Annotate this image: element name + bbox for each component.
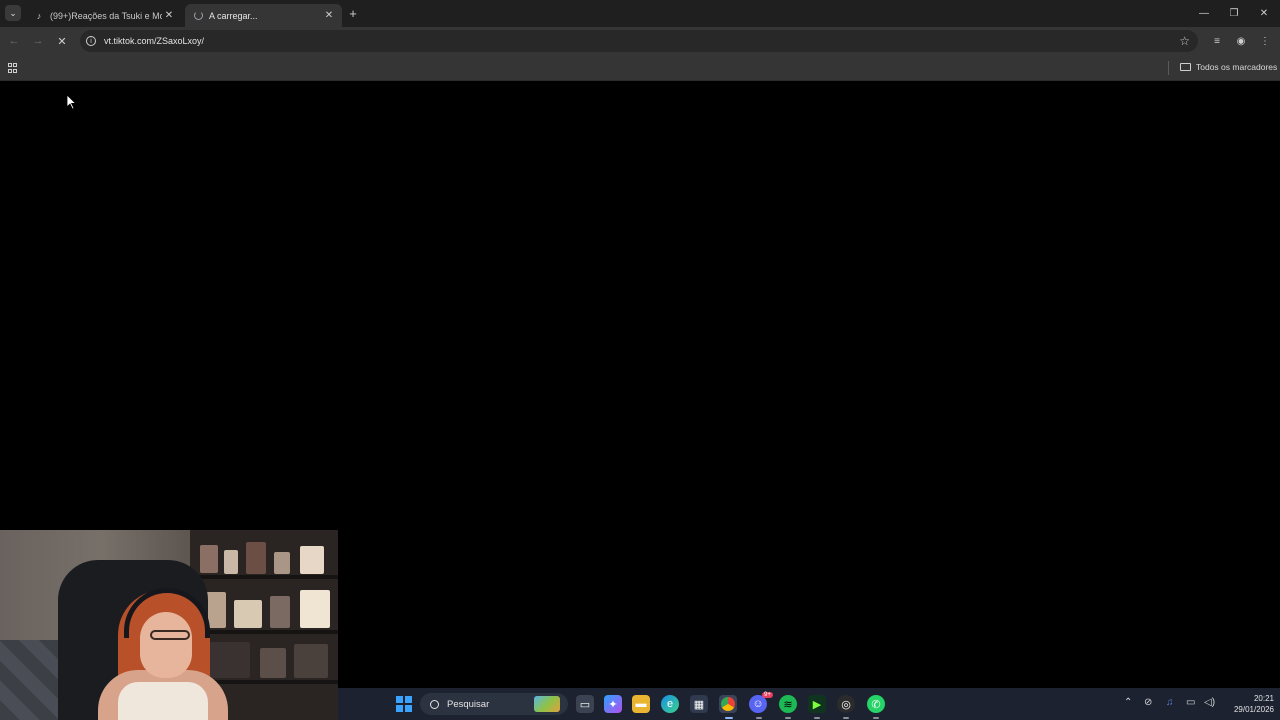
clock-time: 20:21 — [1253, 694, 1274, 703]
webcam-overlay — [0, 530, 338, 720]
media-queue-icon[interactable]: ≡ — [1210, 34, 1224, 48]
bookmarks-separator — [1168, 61, 1169, 75]
file-explorer-icon[interactable]: ▬ — [632, 695, 650, 713]
streamer-top — [118, 682, 208, 720]
menu-icon[interactable]: ⋮ — [1258, 34, 1272, 48]
search-placeholder: Pesquisar — [447, 698, 490, 710]
screen: ⌄ ♪ (99+)Reações da Tsuki e Mome ✕ A car… — [0, 0, 1280, 720]
discord-badge: 9+ — [762, 692, 773, 698]
task-view-icon[interactable]: ▭ — [576, 695, 594, 713]
chrome-icon[interactable] — [719, 695, 737, 713]
loading-spinner-icon — [193, 11, 203, 21]
site-info-icon[interactable]: i — [86, 36, 96, 46]
forward-button[interactable]: → — [30, 33, 46, 49]
clock-date: 29/01/2026 — [1233, 705, 1274, 714]
restore-button[interactable]: ❐ — [1224, 4, 1244, 22]
taskbar: Pesquisar ▭ ✦ ▬ e ▦ ☺ 9+ ≋ ▶ ◎ ✆ ⌃ ⊘ ♫ ▭… — [338, 688, 1280, 720]
browser-toolbar: ← → ✕ i vt.tiktok.com/ZSaxoLxoy/ ☆ ≡ ◉ ⋮ — [0, 27, 1280, 56]
bookmark-star-icon[interactable]: ☆ — [1179, 34, 1190, 48]
show-hidden-icons-icon[interactable]: ⌃ — [1124, 697, 1132, 708]
obs-icon[interactable]: ◎ — [837, 695, 855, 713]
tab-tiktok-reactions[interactable]: ♪ (99+)Reações da Tsuki e Mome ✕ — [26, 4, 182, 27]
tab-title: (99+)Reações da Tsuki e Mome — [50, 10, 162, 21]
microphone-icon[interactable]: ♫ — [1166, 697, 1174, 708]
search-icon — [430, 699, 439, 709]
tab-strip: ⌄ ♪ (99+)Reações da Tsuki e Mome ✕ A car… — [0, 0, 1280, 27]
app-indicator — [843, 717, 849, 719]
close-icon: ✕ — [57, 35, 67, 48]
app-indicator — [814, 717, 820, 719]
no-location-icon[interactable]: ⊘ — [1144, 697, 1152, 708]
edge-icon[interactable]: e — [661, 695, 679, 713]
spotify-icon[interactable]: ≋ — [779, 695, 797, 713]
stop-button[interactable]: ✕ — [54, 33, 70, 49]
taskbar-search[interactable]: Pesquisar — [420, 693, 568, 715]
network-icon[interactable]: ▭ — [1186, 697, 1195, 708]
chrome-active-indicator — [725, 717, 733, 719]
tab-title: A carregar... — [209, 10, 258, 21]
chevron-down-icon: ⌄ — [9, 7, 17, 18]
bookmarks-bar: Todos os marcadores — [0, 56, 1280, 81]
windows-start-button[interactable] — [396, 696, 412, 712]
close-tab-icon[interactable]: ✕ — [322, 9, 336, 23]
app-indicator — [785, 717, 791, 719]
app-indicator — [873, 717, 879, 719]
folder-icon — [1180, 63, 1191, 71]
close-window-button[interactable]: ✕ — [1254, 4, 1274, 22]
whatsapp-icon[interactable]: ✆ — [867, 695, 885, 713]
arrow-left-icon: ← — [8, 35, 20, 47]
arrow-right-icon: → — [32, 35, 44, 47]
apps-grid-icon[interactable] — [8, 63, 18, 73]
close-tab-icon[interactable]: ✕ — [162, 9, 176, 23]
app-indicator — [756, 717, 762, 719]
copilot-icon[interactable]: ✦ — [604, 695, 622, 713]
all-bookmarks-button[interactable]: Todos os marcadores — [1180, 62, 1277, 72]
system-clock[interactable]: 20:21 29/01/2026 — [1222, 693, 1274, 715]
mouse-cursor-icon — [67, 95, 77, 110]
back-button[interactable]: ← — [6, 33, 22, 49]
volume-icon[interactable]: ◁) — [1204, 697, 1215, 708]
new-tab-button[interactable]: + — [346, 6, 360, 21]
address-bar[interactable]: i vt.tiktok.com/ZSaxoLxoy/ ☆ — [80, 30, 1198, 52]
minimize-button[interactable]: — — [1194, 4, 1214, 22]
streamlabs-icon[interactable]: ▶ — [808, 695, 826, 713]
profile-icon[interactable]: ◉ — [1234, 34, 1248, 48]
tab-loading[interactable]: A carregar... ✕ — [185, 4, 342, 27]
tab-search-button[interactable]: ⌄ — [5, 5, 21, 21]
search-highlight-icon — [534, 696, 560, 712]
microsoft-store-icon[interactable]: ▦ — [690, 695, 708, 713]
tiktok-icon: ♪ — [36, 10, 42, 21]
all-bookmarks-label: Todos os marcadores — [1196, 62, 1278, 72]
url-text[interactable]: vt.tiktok.com/ZSaxoLxoy/ — [104, 36, 204, 46]
